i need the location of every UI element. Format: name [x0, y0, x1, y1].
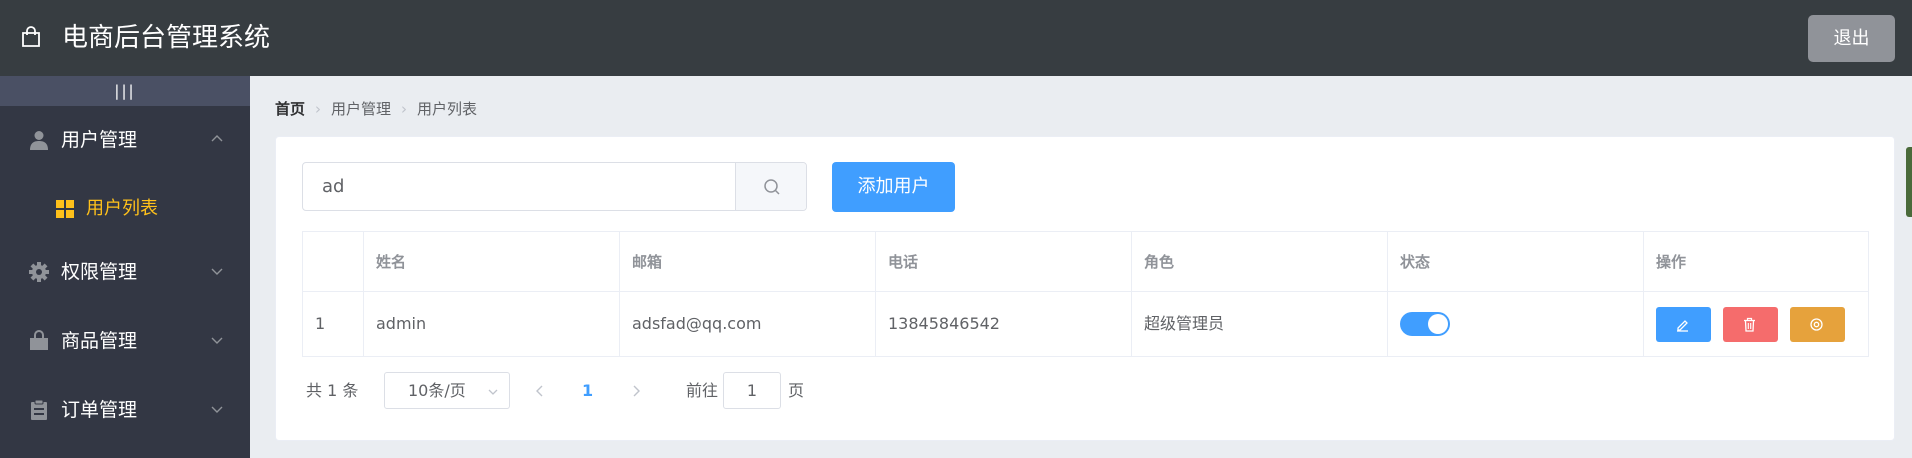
menu-label: 用户管理 [61, 129, 138, 151]
table-header-name: 姓名 [364, 232, 620, 292]
add-user-button[interactable]: 添加用户 [832, 162, 955, 212]
table-cell-state [1388, 292, 1644, 356]
shopping-bag-icon [30, 330, 48, 350]
page-size-select[interactable]: 10条/页 [384, 372, 510, 409]
breadcrumb-item: 用户列表 [417, 100, 478, 118]
table-header-email: 邮箱 [620, 232, 876, 292]
table-header-state: 状态 [1388, 232, 1644, 292]
user-list-card: 添加用户 姓名 邮箱 电话 角色 状态 操作 1 admin adsfad@qq… [275, 136, 1895, 441]
chevron-down-icon [211, 406, 223, 413]
scrollbar-handle[interactable] [1906, 147, 1912, 217]
page-size-value: 10条/页 [408, 381, 466, 400]
table-cell-email: adsfad@qq.com [620, 292, 876, 356]
logout-button[interactable]: 退出 [1808, 15, 1895, 62]
breadcrumb-item: 用户管理 [331, 100, 392, 118]
menu-label: 商品管理 [61, 330, 138, 352]
table-cell-role: 超级管理员 [1132, 292, 1388, 356]
assign-role-button[interactable] [1790, 307, 1845, 342]
chevron-left-icon [536, 385, 543, 397]
table-header-phone: 电话 [876, 232, 1132, 292]
chevron-down-icon [211, 268, 223, 275]
menu-label: 权限管理 [61, 261, 138, 283]
trash-icon [1744, 317, 1755, 332]
delete-button[interactable] [1723, 307, 1778, 342]
table-cell-index: 1 [303, 292, 364, 356]
submenu-label: 用户列表 [86, 198, 158, 219]
pagination-total: 共 1 条 [306, 381, 359, 400]
edit-button[interactable] [1656, 307, 1711, 342]
chevron-down-icon [488, 389, 498, 395]
search-input[interactable] [303, 163, 735, 210]
search-icon [764, 179, 780, 195]
goto-page-input[interactable] [723, 372, 781, 409]
menu-order-management[interactable]: 订单管理 [0, 382, 250, 438]
menu-label: 订单管理 [61, 399, 138, 421]
user-table: 姓名 邮箱 电话 角色 状态 操作 1 admin adsfad@qq.com … [302, 231, 1869, 357]
breadcrumb-separator-icon: › [315, 100, 322, 118]
prev-page-button[interactable] [534, 372, 548, 410]
grid-icon [56, 200, 74, 218]
shopping-bag-icon [22, 26, 40, 47]
menu-goods-management[interactable]: 商品管理 [0, 313, 250, 369]
state-toggle-switch[interactable] [1400, 312, 1450, 336]
table-header-role: 角色 [1132, 232, 1388, 292]
breadcrumb: 首页 › 用户管理 › 用户列表 [275, 97, 477, 121]
sidebar-toggle-button[interactable]: ||| [0, 76, 250, 106]
breadcrumb-home[interactable]: 首页 [275, 97, 305, 121]
goto-suffix: 页 [788, 381, 805, 400]
table-cell-phone: 13845846542 [876, 292, 1132, 356]
table-cell-actions [1644, 292, 1868, 356]
next-page-button[interactable] [630, 372, 644, 410]
app-header: 电商后台管理系统 退出 [0, 0, 1912, 76]
menu-permission-management[interactable]: 权限管理 [0, 244, 250, 300]
app-title: 电商后台管理系统 [62, 23, 271, 53]
breadcrumb-separator-icon: › [401, 100, 408, 118]
edit-icon [1677, 320, 1688, 332]
setting-icon [1810, 318, 1823, 331]
table-header-index [303, 232, 364, 292]
gear-icon [29, 262, 49, 282]
sidebar: ||| 用户管理 用户列表 权限管理 商品管理 订单管理 [0, 76, 250, 458]
switch-knob [1428, 314, 1448, 334]
menu-user-management[interactable]: 用户管理 [0, 112, 250, 168]
chevron-down-icon [211, 337, 223, 344]
search-button[interactable] [735, 163, 806, 210]
table-cell-name: admin [364, 292, 620, 356]
table-header-actions: 操作 [1644, 232, 1868, 292]
search-box [302, 162, 807, 211]
chevron-up-icon [211, 135, 223, 142]
user-icon [30, 131, 48, 150]
page-number-current[interactable]: 1 [582, 372, 593, 410]
chevron-right-icon [633, 385, 640, 397]
clipboard-icon [31, 399, 47, 420]
submenu-user-list[interactable]: 用户列表 [0, 177, 250, 233]
goto-label: 前往 [686, 381, 719, 400]
